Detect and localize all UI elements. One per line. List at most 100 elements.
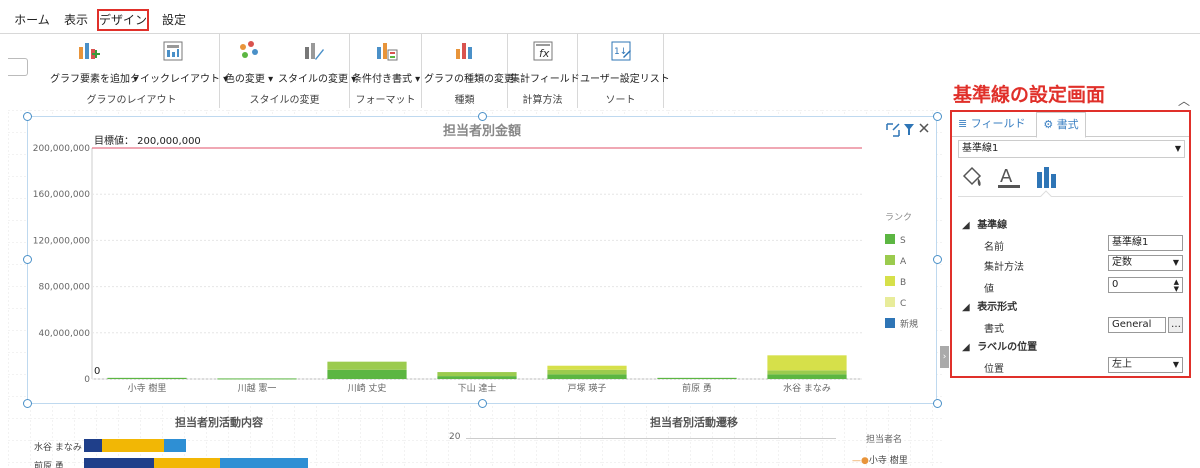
user-sort-list-button[interactable]: 1↓ ユーザー設定リスト [580, 37, 670, 85]
method-select[interactable]: 定数 ▼ [1108, 255, 1183, 271]
tab-field[interactable]: ≣ フィールド [958, 112, 1034, 136]
bar-segment[interactable] [547, 365, 627, 370]
position-select-value: 左上 [1112, 359, 1132, 370]
resize-handle-t[interactable] [478, 112, 487, 121]
section-label-position[interactable]: ◢ ラベルの位置 [962, 338, 1037, 353]
resize-handle-tr[interactable] [933, 112, 942, 121]
resize-handle-b[interactable] [478, 399, 487, 408]
tab-settings[interactable]: 設定 [158, 9, 190, 31]
position-select[interactable]: 左上 ▼ [1108, 357, 1183, 373]
legend-swatch [885, 234, 895, 244]
bar-segment[interactable] [547, 369, 627, 375]
font-color-icon[interactable]: A [996, 164, 1022, 190]
tab-format[interactable]: ⚙ 書式 [1036, 112, 1086, 138]
format-input[interactable]: General [1108, 317, 1166, 333]
resize-handle-l[interactable] [23, 255, 32, 264]
lower-left-bar-segment [102, 439, 164, 452]
y-tick-label: 0 [84, 375, 90, 385]
name-input[interactable]: 基準線1 [1108, 235, 1183, 251]
panel-collapse-toggle[interactable]: › [940, 346, 949, 368]
value-stepper[interactable]: 0 ▲ ▼ [1108, 277, 1183, 293]
lower-right-gridline [466, 438, 836, 439]
legend-item-label: C [900, 299, 906, 309]
lower-left-bar-segment [84, 439, 102, 452]
group-label-format: フォーマット [355, 95, 416, 106]
add-element-icon [79, 43, 100, 59]
tab-design[interactable]: デザイン [97, 9, 149, 31]
tab-format-label: 書式 [1056, 118, 1079, 131]
x-tick-label: 下山 達士 [458, 382, 497, 394]
conditional-format-button[interactable]: 条件付き書式 ▾ [352, 37, 420, 85]
y-tick-label: 200,000,000 [33, 144, 91, 154]
resize-handle-bl[interactable] [23, 399, 32, 408]
lower-left-stacked-bar [84, 439, 308, 468]
section-display-format-label: 表示形式 [977, 302, 1018, 313]
main-bar-chart[interactable]: 担当者別金額 200,000,000 160,000,000 120,000,000… [27, 116, 937, 404]
resize-handle-tl[interactable] [23, 112, 32, 121]
lower-left-bar-segment [220, 458, 308, 468]
panel-annotation-title: 基準線の設定画面 [953, 84, 1106, 106]
ribbon-group-sort: 1↓ ユーザー設定リスト ソート [578, 34, 670, 108]
collapse-chevron-icon[interactable]: ︿ [1178, 92, 1190, 109]
chart-type-change-button[interactable]: グラフの種類の変更 [424, 37, 514, 85]
section-baseline[interactable]: ◢ 基準線 [962, 216, 1007, 231]
color-palette-icon [240, 41, 258, 58]
x-tick-label: 戸塚 瑛子 [568, 382, 607, 394]
bar-segment[interactable] [767, 355, 847, 371]
tab-view[interactable]: 表示 [60, 9, 92, 31]
calc-field-label: 集計フィールド [510, 74, 580, 85]
dropdown-arrow-icon: ▼ [1172, 360, 1179, 369]
collapse-triangle-icon: ◢ [962, 302, 970, 313]
resize-handle-r[interactable] [933, 255, 942, 264]
divider [958, 196, 1183, 197]
database-icon: ≣ [958, 117, 968, 130]
style-change-button[interactable]: スタイルの変更 ▾ [278, 37, 356, 85]
bar-segment[interactable] [327, 361, 407, 370]
bar-segment[interactable] [547, 374, 627, 379]
ribbon-group-format: 条件付き書式 ▾ フォーマット [350, 34, 422, 108]
legend-title: ランク [885, 212, 912, 223]
baseline-select[interactable]: 基準線1 ▼ [958, 140, 1185, 158]
quick-layout-button[interactable]: クイックレイアウト ▾ [130, 37, 228, 85]
bar-segment[interactable] [657, 377, 737, 379]
left-stub-input[interactable] [8, 58, 28, 76]
style-change-label: スタイルの変更 [278, 74, 348, 85]
legend-swatch [885, 318, 895, 328]
y-tick-label: 160,000,000 [33, 190, 91, 200]
x-tick-label: 小寺 樹里 [128, 382, 167, 394]
bar-chart-icon [456, 43, 472, 59]
calc-field-button[interactable]: fx 集計フィールド [510, 37, 580, 85]
bar-segment[interactable] [327, 369, 407, 379]
group-label-sort: ソート [605, 95, 636, 106]
lower-right-legend-item-label: 小寺 樹里 [868, 456, 908, 466]
lower-right-ytick: 20 [449, 432, 461, 442]
fill-bucket-icon[interactable] [960, 164, 986, 190]
section-baseline-label: 基準線 [977, 220, 1008, 231]
reference-line-label: 目標値： 200,000,000 [94, 134, 201, 147]
bar-segment[interactable] [767, 370, 847, 375]
method-select-value: 定数 [1112, 257, 1132, 268]
bar-segment[interactable] [437, 376, 517, 379]
stepper-arrows-icon[interactable]: ▲ ▼ [1174, 279, 1179, 293]
bar-segment[interactable] [217, 378, 297, 380]
lower-left-bar-segment [154, 458, 220, 468]
bar-segment[interactable] [767, 374, 847, 379]
color-change-label: 色の変更 [224, 74, 265, 85]
chart-settings-icon[interactable] [1034, 164, 1060, 190]
section-display-format[interactable]: ◢ 表示形式 [962, 298, 1017, 313]
tab-home[interactable]: ホーム [12, 9, 52, 31]
quick-layout-icon [163, 41, 183, 61]
add-chart-element-button[interactable]: グラフ要素を追加 ▾ [50, 37, 138, 85]
ribbon-group-type: グラフの種類の変更 種類 [422, 34, 514, 108]
resize-handle-br[interactable] [933, 399, 942, 408]
x-tick-label: 水谷 まなみ [783, 382, 831, 394]
format-browse-button[interactable]: … [1168, 317, 1183, 333]
group-label-style: スタイルの変更 [249, 95, 320, 106]
bar-segment[interactable] [437, 372, 517, 377]
color-change-button[interactable]: 色の変更 ▾ [224, 37, 274, 85]
method-label: 集計方法 [984, 262, 1024, 273]
bar-segment[interactable] [107, 377, 187, 379]
x-tick-label: 川崎 丈史 [348, 382, 387, 394]
collapse-triangle-icon: ◢ [962, 220, 970, 231]
lower-left-bar-segment [164, 439, 186, 452]
